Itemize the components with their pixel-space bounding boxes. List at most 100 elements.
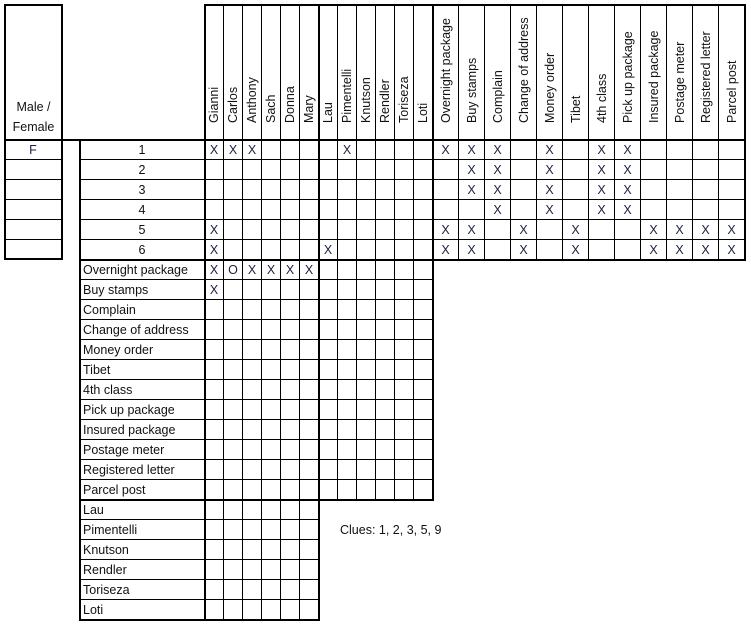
grid-cell[interactable] <box>262 480 281 500</box>
grid-cell[interactable] <box>338 460 357 480</box>
grid-cell[interactable]: X <box>589 200 615 220</box>
grid-cell[interactable] <box>376 400 395 420</box>
grid-cell[interactable] <box>511 160 537 180</box>
grid-cell[interactable] <box>357 380 376 400</box>
grid-cell[interactable] <box>395 360 414 380</box>
grid-cell[interactable] <box>414 440 433 460</box>
grid-cell[interactable] <box>243 420 262 440</box>
grid-cell[interactable] <box>338 440 357 460</box>
grid-cell[interactable] <box>243 240 262 260</box>
grid-cell[interactable] <box>615 220 641 240</box>
grid-cell[interactable] <box>319 200 338 220</box>
grid-cell[interactable] <box>224 340 243 360</box>
grid-cell[interactable] <box>243 400 262 420</box>
grid-cell[interactable] <box>319 220 338 240</box>
grid-cell[interactable] <box>357 160 376 180</box>
grid-cell[interactable] <box>243 440 262 460</box>
grid-cell[interactable] <box>243 180 262 200</box>
grid-cell[interactable] <box>300 140 319 160</box>
grid-cell[interactable] <box>693 200 719 220</box>
grid-cell[interactable] <box>395 380 414 400</box>
grid-cell[interactable] <box>414 200 433 220</box>
grid-cell[interactable] <box>319 480 338 500</box>
grid-cell[interactable] <box>376 320 395 340</box>
grid-cell[interactable] <box>224 320 243 340</box>
grid-cell[interactable] <box>511 200 537 220</box>
grid-cell[interactable] <box>357 180 376 200</box>
grid-cell[interactable]: X <box>243 140 262 160</box>
grid-cell[interactable] <box>205 500 224 520</box>
grid-cell[interactable] <box>205 560 224 580</box>
grid-cell[interactable] <box>205 380 224 400</box>
grid-cell[interactable] <box>300 340 319 360</box>
grid-cell[interactable] <box>414 380 433 400</box>
grid-cell[interactable] <box>357 440 376 460</box>
grid-cell[interactable]: X <box>243 260 262 280</box>
grid-cell[interactable] <box>243 280 262 300</box>
gender-cell[interactable] <box>5 220 62 240</box>
grid-cell[interactable]: X <box>589 180 615 200</box>
grid-cell[interactable] <box>338 240 357 260</box>
grid-cell[interactable] <box>243 340 262 360</box>
grid-cell[interactable]: X <box>511 240 537 260</box>
grid-cell[interactable] <box>719 180 745 200</box>
grid-cell[interactable] <box>224 220 243 240</box>
grid-cell[interactable] <box>395 200 414 220</box>
grid-cell[interactable] <box>395 240 414 260</box>
grid-cell[interactable] <box>205 600 224 620</box>
grid-cell[interactable] <box>262 400 281 420</box>
grid-cell[interactable] <box>300 520 319 540</box>
grid-cell[interactable] <box>281 140 300 160</box>
grid-cell[interactable] <box>224 480 243 500</box>
grid-cell[interactable] <box>376 480 395 500</box>
grid-cell[interactable] <box>537 220 563 240</box>
grid-cell[interactable] <box>719 140 745 160</box>
grid-cell[interactable] <box>281 420 300 440</box>
grid-cell[interactable] <box>395 280 414 300</box>
grid-cell[interactable] <box>357 400 376 420</box>
grid-cell[interactable] <box>224 420 243 440</box>
grid-cell[interactable] <box>205 200 224 220</box>
grid-cell[interactable] <box>243 360 262 380</box>
grid-cell[interactable] <box>224 500 243 520</box>
grid-cell[interactable] <box>641 160 667 180</box>
grid-cell[interactable]: X <box>537 200 563 220</box>
grid-cell[interactable] <box>224 180 243 200</box>
gender-cell[interactable] <box>5 200 62 220</box>
grid-cell[interactable] <box>357 320 376 340</box>
grid-cell[interactable] <box>281 380 300 400</box>
grid-cell[interactable] <box>319 360 338 380</box>
grid-cell[interactable] <box>262 440 281 460</box>
grid-cell[interactable] <box>338 320 357 340</box>
gender-cell[interactable] <box>5 240 62 260</box>
grid-cell[interactable] <box>262 460 281 480</box>
grid-cell[interactable]: X <box>719 240 745 260</box>
grid-cell[interactable] <box>300 460 319 480</box>
grid-cell[interactable]: X <box>563 240 589 260</box>
grid-cell[interactable] <box>262 380 281 400</box>
grid-cell[interactable] <box>537 240 563 260</box>
grid-cell[interactable] <box>376 160 395 180</box>
grid-cell[interactable] <box>319 400 338 420</box>
grid-cell[interactable] <box>281 540 300 560</box>
grid-cell[interactable] <box>693 140 719 160</box>
grid-cell[interactable]: X <box>693 220 719 240</box>
grid-cell[interactable] <box>414 460 433 480</box>
grid-cell[interactable] <box>357 340 376 360</box>
grid-cell[interactable] <box>357 300 376 320</box>
grid-cell[interactable]: X <box>319 240 338 260</box>
grid-cell[interactable]: X <box>485 200 511 220</box>
grid-cell[interactable] <box>243 160 262 180</box>
grid-cell[interactable] <box>262 280 281 300</box>
grid-cell[interactable] <box>338 180 357 200</box>
grid-cell[interactable] <box>357 480 376 500</box>
gender-cell[interactable] <box>5 160 62 180</box>
grid-cell[interactable]: X <box>205 260 224 280</box>
grid-cell[interactable] <box>319 420 338 440</box>
grid-cell[interactable] <box>224 400 243 420</box>
grid-cell[interactable] <box>319 340 338 360</box>
grid-cell[interactable] <box>459 200 485 220</box>
grid-cell[interactable]: X <box>281 260 300 280</box>
grid-cell[interactable] <box>300 360 319 380</box>
grid-cell[interactable] <box>338 480 357 500</box>
